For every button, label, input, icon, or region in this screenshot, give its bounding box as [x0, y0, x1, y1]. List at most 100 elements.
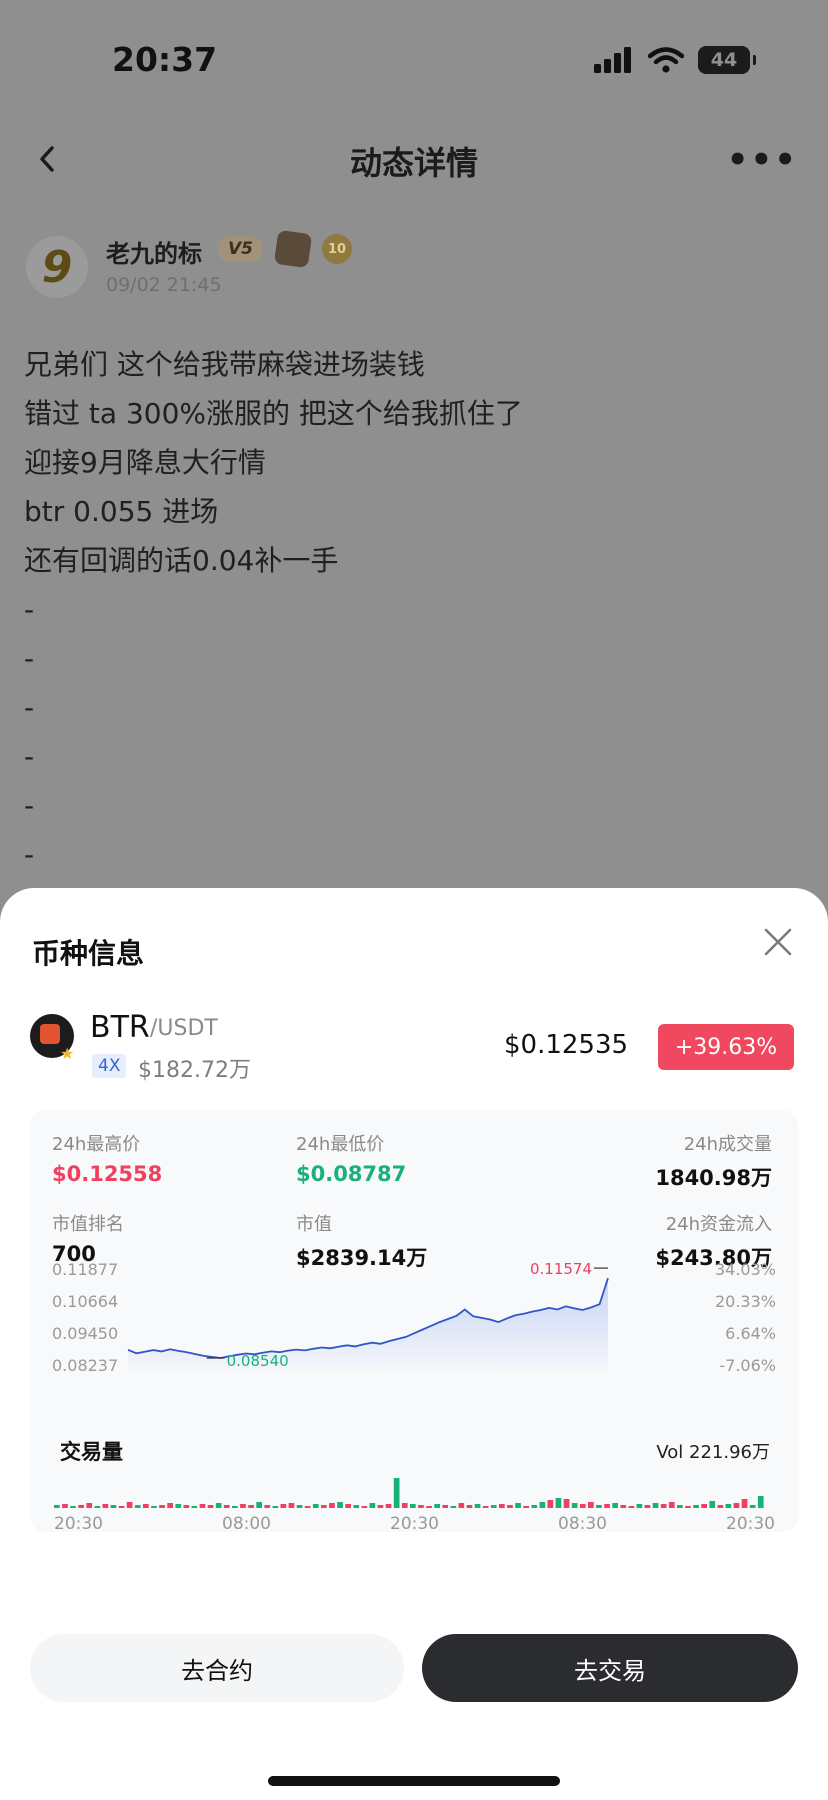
battery-icon: 44: [698, 46, 756, 74]
stat-label: 24h成交量: [683, 1134, 772, 1155]
y-tick-label: 0.11877: [52, 1260, 118, 1279]
volume-bar: [110, 1505, 117, 1508]
wifi-icon: [648, 47, 684, 73]
post-line: 还有回调的话0.04补一手: [24, 544, 339, 577]
volume-bar: [531, 1505, 538, 1508]
volume-bar: [312, 1504, 319, 1508]
more-icon[interactable]: •••: [727, 140, 798, 180]
volume-bar: [232, 1506, 238, 1508]
post-line: -: [24, 642, 35, 675]
volume-bar: [466, 1505, 473, 1508]
volume-bar: [94, 1506, 101, 1508]
post-line: 兄弟们 这个给我带麻袋进场装钱: [24, 348, 425, 381]
volume-bar: [329, 1503, 335, 1508]
medal-icon: [273, 229, 313, 269]
volume-bar: [539, 1502, 546, 1508]
post-author[interactable]: 9 老九的标 V5 10 09/02 21:45: [26, 229, 806, 304]
close-icon[interactable]: [758, 922, 798, 962]
stat-low: 24h最低价 $0.08787: [296, 1130, 406, 1186]
stat-label: 24h资金流入: [665, 1214, 772, 1235]
volume-bar: [434, 1504, 440, 1508]
volume-bar: [757, 1496, 764, 1508]
volume-bar: [102, 1504, 109, 1508]
volume-bar: [151, 1506, 157, 1508]
y-tick-label: 0.08237: [52, 1356, 118, 1375]
volume-bar: [143, 1504, 149, 1508]
volume-bar: [240, 1504, 246, 1508]
volume-bar: [126, 1502, 133, 1508]
volume-bar: [296, 1505, 303, 1508]
change-badge: +39.63%: [658, 1024, 794, 1070]
volume-bar: [418, 1505, 424, 1508]
volume-title: 交易量: [60, 1440, 123, 1464]
stat-label: 24h最低价: [296, 1134, 385, 1155]
volume-bar: [499, 1504, 505, 1508]
author-name[interactable]: 老九的标: [106, 234, 202, 269]
volume-bar: [345, 1504, 351, 1508]
stat-value: $0.08787: [296, 1162, 407, 1186]
volume-bar: [685, 1506, 691, 1508]
volume-bar: [199, 1504, 206, 1508]
volume-bar: [191, 1506, 198, 1508]
volume-bar: [563, 1499, 570, 1508]
nav-bar: 动态详情 •••: [0, 120, 828, 200]
volume-bar: [353, 1505, 360, 1508]
volume-bar: [612, 1503, 618, 1508]
volume-bar: [167, 1503, 173, 1508]
volume-bar: [644, 1505, 651, 1508]
pct-tick-label: -7.06%: [719, 1356, 776, 1375]
volume-bar: [717, 1505, 724, 1508]
volume-chart[interactable]: 20:30 08:00 20:30 08:30 20:30: [30, 1476, 798, 1532]
volume-bar: [620, 1505, 627, 1508]
volume-bar: [248, 1505, 254, 1508]
post-time: 09/02 21:45: [106, 274, 222, 296]
status-time: 20:37: [112, 40, 218, 79]
stats-panel: 24h最高价 $0.12558 24h最低价 $0.08787 24h成交量 1…: [30, 1110, 798, 1532]
volume-bar: [272, 1506, 279, 1508]
volume-bar: [304, 1506, 311, 1508]
volume-bar: [515, 1503, 521, 1508]
volume-bar: [207, 1505, 214, 1508]
volume-bar: [709, 1501, 716, 1508]
x-tick-label: 20:30: [54, 1514, 103, 1532]
coin-header[interactable]: ★ BTR /USDT 4X $182.72万 $0.12535 +39.63%: [30, 1010, 800, 1090]
page-title: 动态详情: [349, 144, 478, 182]
volume-bar: [183, 1505, 190, 1508]
price-area: [128, 1278, 608, 1372]
avatar[interactable]: 9: [26, 236, 88, 298]
volume-bar: [490, 1505, 497, 1508]
volume-bar: [741, 1499, 748, 1508]
volume-bar: [668, 1502, 675, 1508]
volume-bar: [588, 1502, 594, 1508]
volume-bar: [86, 1503, 93, 1508]
volume-bar: [604, 1504, 610, 1508]
pct-tick-label: 20.33%: [715, 1292, 776, 1311]
volume-bar: [159, 1505, 165, 1508]
volume-bar: [450, 1506, 457, 1508]
trade-button[interactable]: 去交易: [422, 1634, 798, 1702]
volume-bar: [215, 1503, 222, 1508]
volume-bar: [677, 1505, 683, 1508]
stat-label: 市值: [296, 1214, 332, 1235]
volume-bar: [547, 1500, 554, 1508]
volume-bar: [62, 1504, 68, 1508]
volume-bar: [264, 1505, 271, 1508]
volume-bar: [337, 1502, 343, 1508]
leverage-badge: 4X: [92, 1054, 127, 1078]
post-body: 兄弟们 这个给我带麻袋进场装钱 错过 ta 300%涨服的 把这个给我抓住了 迎…: [24, 340, 804, 879]
volume-bar: [118, 1506, 125, 1508]
contract-button[interactable]: 去合约: [30, 1634, 404, 1702]
volume-bar: [377, 1505, 384, 1508]
price-chart[interactable]: 0.11877 0.10664 0.09450 0.08237 34.03% 20.33%…: [30, 1254, 798, 1404]
status-bar: 20:37 44: [0, 0, 828, 120]
volume-bar: [571, 1503, 578, 1508]
volume-bar: [442, 1505, 449, 1508]
volume-bar: [280, 1504, 287, 1508]
volume-bar: [393, 1478, 400, 1508]
volume-total: Vol 221.96万: [656, 1442, 770, 1463]
volume-bar: [54, 1505, 60, 1508]
volume-bar: [256, 1502, 262, 1508]
volume-bar: [555, 1498, 562, 1508]
level-badge: 10: [322, 234, 352, 264]
coin-logo-mark: [40, 1024, 60, 1044]
